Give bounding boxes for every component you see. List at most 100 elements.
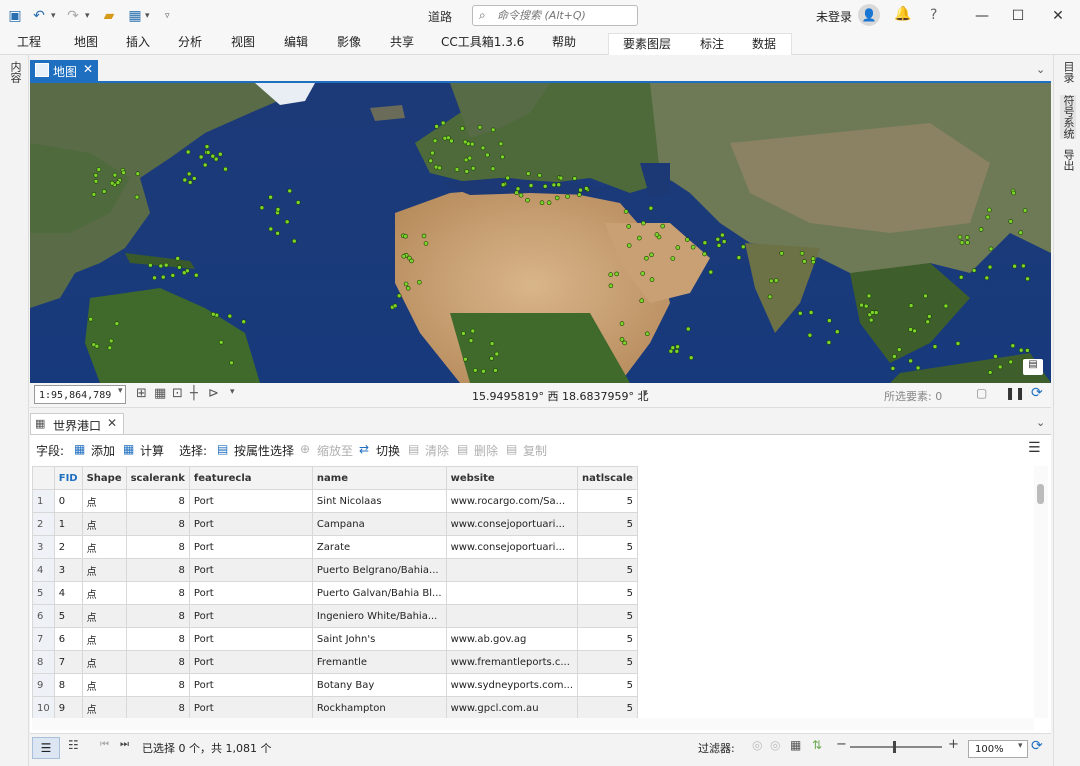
- tab-analysis[interactable]: 分析: [178, 32, 202, 54]
- port-point[interactable]: [401, 253, 407, 259]
- refresh-icon[interactable]: ⟳: [1031, 738, 1043, 754]
- port-point[interactable]: [896, 347, 902, 352]
- tab-imagery[interactable]: 影像: [337, 32, 361, 54]
- cell-name[interactable]: Saint John's: [311, 627, 447, 651]
- pause-icon[interactable]: ❚❚: [1005, 386, 1025, 400]
- port-point[interactable]: [608, 283, 614, 289]
- port-point[interactable]: [873, 310, 879, 315]
- column-header-website[interactable]: website: [445, 466, 579, 490]
- table-row[interactable]: 2 1 点 8 Port Campana www.consejoportuari... 5: [32, 512, 638, 536]
- port-point[interactable]: [1022, 208, 1028, 213]
- cell-featurecla[interactable]: Port: [188, 489, 313, 513]
- port-point[interactable]: [1012, 263, 1017, 269]
- port-point[interactable]: [622, 340, 628, 346]
- tab-share[interactable]: 共享: [390, 32, 414, 54]
- port-point[interactable]: [702, 240, 708, 245]
- table-menu-icon[interactable]: ☰: [1028, 440, 1041, 456]
- table-row[interactable]: 6 5 点 8 Port Ingeniero White/Bahia... 5: [32, 604, 638, 628]
- port-point[interactable]: [437, 165, 442, 171]
- port-point[interactable]: [826, 340, 832, 345]
- cell-shape[interactable]: 点: [81, 650, 127, 674]
- catalog-pane-tab[interactable]: 目录: [1060, 61, 1076, 83]
- cell-featurecla[interactable]: Port: [188, 535, 313, 559]
- port-point[interactable]: [584, 186, 589, 191]
- horizontal-scrollbar[interactable]: [32, 718, 1034, 730]
- port-point[interactable]: [430, 150, 435, 156]
- port-point[interactable]: [619, 337, 625, 342]
- port-point[interactable]: [259, 205, 265, 210]
- port-point[interactable]: [158, 263, 164, 269]
- cell-shape[interactable]: 点: [81, 627, 127, 651]
- tab-feature-layer[interactable]: 要素图层: [623, 34, 671, 56]
- port-point[interactable]: [211, 312, 216, 317]
- cell-name[interactable]: Rockhampton: [311, 696, 447, 720]
- snapping-icon[interactable]: ⊡: [172, 386, 183, 401]
- last-record-icon[interactable]: ⏭: [120, 739, 129, 750]
- column-header-natlscale[interactable]: natlscale: [577, 466, 638, 490]
- port-point[interactable]: [434, 124, 439, 129]
- attribution-icon[interactable]: ▤: [1023, 359, 1043, 375]
- column-header-shape[interactable]: Shape: [81, 466, 127, 490]
- port-point[interactable]: [797, 311, 803, 316]
- cell-name[interactable]: Botany Bay: [311, 673, 447, 697]
- cell-natlscale[interactable]: 5: [577, 535, 638, 559]
- show-selected-records-icon[interactable]: ☷: [68, 738, 79, 752]
- port-point[interactable]: [808, 310, 814, 315]
- port-point[interactable]: [736, 255, 742, 260]
- port-point[interactable]: [740, 244, 746, 250]
- help-icon[interactable]: ?: [930, 7, 937, 23]
- cell-natlscale[interactable]: 5: [577, 512, 638, 536]
- port-point[interactable]: [708, 269, 714, 275]
- port-point[interactable]: [218, 339, 224, 345]
- port-point[interactable]: [955, 341, 961, 346]
- port-point[interactable]: [1008, 219, 1014, 224]
- port-point[interactable]: [957, 234, 963, 240]
- port-point[interactable]: [675, 245, 681, 250]
- port-point[interactable]: [912, 328, 917, 334]
- port-point[interactable]: [927, 314, 932, 319]
- port-point[interactable]: [542, 184, 548, 189]
- show-all-records-icon[interactable]: ☰: [32, 737, 60, 759]
- chevron-down-icon[interactable]: ⌄: [1036, 416, 1045, 429]
- cell-natlscale[interactable]: 5: [577, 673, 638, 697]
- tab-labeling[interactable]: 标注: [700, 34, 724, 56]
- port-point[interactable]: [539, 200, 545, 205]
- port-point[interactable]: [619, 321, 625, 326]
- port-point[interactable]: [577, 192, 582, 197]
- port-point[interactable]: [423, 241, 429, 246]
- port-point[interactable]: [485, 152, 490, 158]
- cell-name[interactable]: Zarate: [311, 535, 447, 559]
- port-point[interactable]: [204, 144, 210, 149]
- port-point[interactable]: [554, 195, 560, 201]
- cell-fid[interactable]: 1: [53, 512, 83, 536]
- table-row[interactable]: 4 3 点 8 Port Puerto Belgrano/Bahia... 5: [32, 558, 638, 582]
- port-point[interactable]: [229, 360, 234, 366]
- app-icon[interactable]: ▣: [6, 7, 24, 25]
- port-point[interactable]: [556, 182, 562, 187]
- cell-scalerank[interactable]: 8: [125, 673, 190, 697]
- port-point[interactable]: [1010, 343, 1016, 349]
- cell-natlscale[interactable]: 5: [577, 627, 638, 651]
- port-point[interactable]: [275, 207, 281, 212]
- port-point[interactable]: [649, 277, 655, 282]
- column-header-featurecla[interactable]: featurecla: [188, 466, 313, 490]
- port-point[interactable]: [684, 237, 690, 242]
- cell-website[interactable]: [445, 581, 579, 605]
- chevron-down-icon[interactable]: ▾: [230, 387, 235, 397]
- port-point[interactable]: [1025, 348, 1030, 353]
- port-point[interactable]: [94, 343, 100, 349]
- table-row[interactable]: 9 8 点 8 Port Botany Bay www.sydneyports.com...…: [32, 673, 638, 697]
- table-view-tab[interactable]: ▦ 世界港口 ✕: [30, 413, 124, 435]
- layout-dropdown-icon[interactable]: ▾: [145, 7, 150, 25]
- port-point[interactable]: [721, 239, 727, 244]
- crosshair-icon[interactable]: ┼: [190, 386, 198, 401]
- export-pane-tab[interactable]: 导出: [1060, 149, 1076, 171]
- tab-data[interactable]: 数据: [752, 34, 776, 56]
- port-point[interactable]: [640, 271, 646, 276]
- port-point[interactable]: [958, 275, 964, 280]
- port-point[interactable]: [626, 224, 632, 229]
- port-point[interactable]: [572, 176, 578, 181]
- customize-toolbar-icon[interactable]: ▿: [165, 7, 170, 25]
- cell-fid[interactable]: 6: [53, 627, 83, 651]
- port-point[interactable]: [91, 192, 97, 197]
